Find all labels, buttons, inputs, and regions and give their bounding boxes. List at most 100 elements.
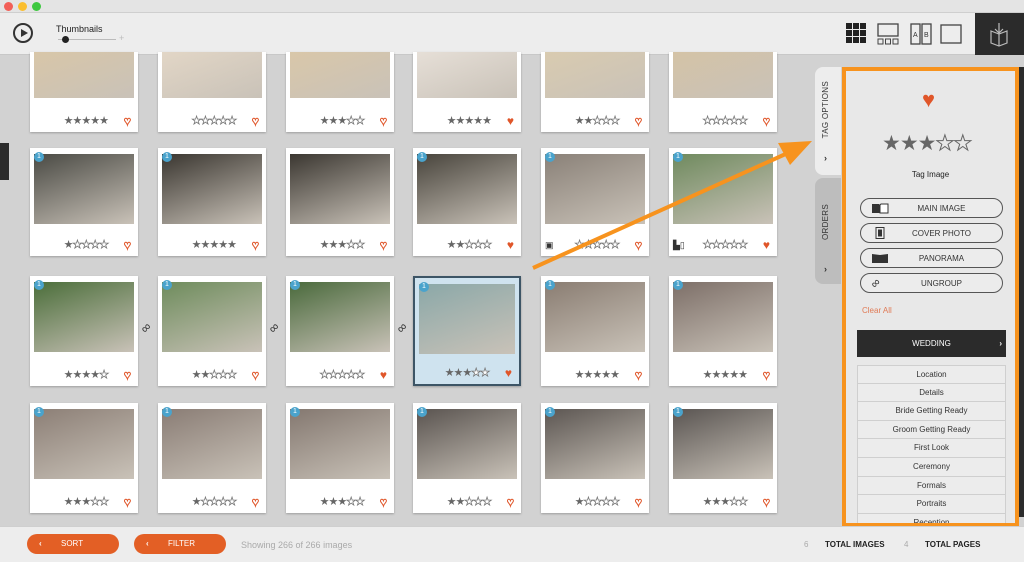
star-filled-icon[interactable]: ★: [720, 369, 730, 381]
star-rating[interactable]: ★★★★★: [64, 114, 109, 127]
heart-outline-icon[interactable]: ♥: [251, 114, 259, 129]
star-empty-icon[interactable]: ★: [738, 239, 749, 252]
star-empty-icon[interactable]: ★: [227, 115, 238, 128]
star-filled-icon[interactable]: ★: [90, 115, 100, 127]
category-item[interactable]: First Look: [857, 439, 1006, 458]
photo-thumbnail[interactable]: [290, 154, 390, 224]
image-card[interactable]: ★★★★★ ♥: [158, 52, 266, 132]
category-item[interactable]: Ceremony: [857, 457, 1006, 477]
star-empty-icon[interactable]: ★: [473, 239, 484, 252]
star-rating[interactable]: ★★★★★: [64, 368, 110, 382]
heart-outline-icon[interactable]: ♥: [123, 238, 131, 253]
star-filled-icon[interactable]: ★: [192, 369, 202, 381]
star-empty-icon[interactable]: ★: [601, 239, 612, 252]
star-filled-icon[interactable]: ★: [592, 369, 602, 381]
heart-filled-icon[interactable]: ♥: [380, 368, 387, 382]
star-rating[interactable]: ★★★★★: [702, 238, 749, 252]
star-empty-icon[interactable]: ★: [346, 496, 357, 509]
photo-thumbnail[interactable]: [417, 52, 517, 98]
star-empty-icon[interactable]: ★: [574, 239, 585, 252]
image-card[interactable]: ★★★★★ ♥: [541, 52, 649, 132]
star-filled-icon[interactable]: ★: [320, 496, 330, 508]
image-card[interactable]: 1 ★★★★★ ♥: [669, 403, 777, 513]
star-rating[interactable]: ★★★★★: [320, 495, 366, 509]
image-card[interactable]: 1 ★★★★★ ♥: [541, 403, 649, 513]
star-empty-icon[interactable]: ★: [99, 496, 110, 509]
category-header-wedding[interactable]: WEDDING ›: [857, 330, 1006, 357]
left-panel-toggle[interactable]: [0, 143, 9, 180]
star-filled-icon[interactable]: ★: [575, 369, 585, 381]
heart-outline-icon[interactable]: ♥: [762, 495, 770, 510]
star-filled-icon[interactable]: ★: [720, 496, 730, 508]
main-image-button[interactable]: MAIN IMAGE: [860, 198, 1003, 218]
photo-thumbnail[interactable]: [545, 409, 645, 479]
star-empty-icon[interactable]: ★: [729, 496, 740, 509]
star-filled-icon[interactable]: ★: [601, 369, 611, 381]
photo-thumbnail[interactable]: [162, 52, 262, 98]
photo-thumbnail[interactable]: [545, 154, 645, 224]
image-card[interactable]: 1 ★★★★★ ♥: [413, 403, 521, 513]
image-card[interactable]: 1 ★★★★★ ♥: [541, 276, 649, 386]
category-item[interactable]: Reception: [857, 513, 1006, 523]
single-view-icon[interactable]: [940, 23, 962, 45]
heart-outline-icon[interactable]: ♥: [379, 114, 387, 129]
star-empty-icon[interactable]: ★: [209, 115, 220, 128]
filmstrip-view-icon[interactable]: [877, 23, 899, 45]
tab-tag-options[interactable]: TAG OPTIONS ›: [815, 67, 841, 175]
star-empty-icon[interactable]: ★: [601, 496, 612, 509]
image-card[interactable]: ★★★★★ ♥: [286, 52, 394, 132]
image-card[interactable]: 1 ★★★★★ ♥: [30, 148, 138, 256]
star-rating[interactable]: ★★★★★: [703, 368, 748, 381]
category-item[interactable]: Groom Getting Ready: [857, 420, 1006, 440]
photo-thumbnail[interactable]: [673, 282, 773, 352]
photo-thumbnail[interactable]: [34, 154, 134, 224]
heart-outline-icon[interactable]: ♥: [634, 495, 642, 510]
heart-filled-icon[interactable]: ♥: [507, 238, 514, 252]
star-empty-icon[interactable]: ★: [592, 115, 603, 128]
star-empty-icon[interactable]: ★: [471, 367, 482, 380]
star-empty-icon[interactable]: ★: [720, 239, 731, 252]
category-item[interactable]: Formals: [857, 476, 1006, 496]
image-card[interactable]: 1 ★★★★★ ♥: [413, 148, 521, 256]
star-empty-icon[interactable]: ★: [355, 369, 366, 382]
star-rating[interactable]: ★★★★★: [447, 114, 492, 127]
star-empty-icon[interactable]: ★: [738, 115, 749, 128]
star-filled-icon[interactable]: ★: [320, 115, 330, 127]
star-filled-icon[interactable]: ★: [738, 369, 748, 381]
star-filled-icon[interactable]: ★: [218, 239, 228, 251]
star-filled-icon[interactable]: ★: [575, 496, 585, 508]
heart-outline-icon[interactable]: ♥: [634, 238, 642, 253]
star-filled-icon[interactable]: ★: [482, 115, 492, 127]
star-filled-icon[interactable]: ★: [703, 496, 713, 508]
image-card[interactable]: 1 ★★★★★ ♥: [413, 276, 521, 386]
star-empty-icon[interactable]: ★: [473, 496, 484, 509]
tab-orders[interactable]: ORDERS ›: [815, 178, 841, 284]
star-rating[interactable]: ★★★★★: [191, 114, 238, 128]
image-card[interactable]: 1 ★★★★★ ♥: [30, 276, 138, 386]
book-button[interactable]: [975, 13, 1024, 55]
star-empty-icon[interactable]: ★: [81, 239, 92, 252]
star-empty-icon[interactable]: ★: [209, 369, 220, 382]
star-filled-icon[interactable]: ★: [464, 115, 474, 127]
image-card[interactable]: ★★★★★ ♥: [413, 52, 521, 132]
grid-view-icon[interactable]: [846, 23, 866, 43]
star-filled-icon[interactable]: ★: [900, 132, 919, 155]
star-filled-icon[interactable]: ★: [227, 239, 237, 251]
heart-outline-icon[interactable]: ♥: [123, 368, 131, 383]
photo-thumbnail[interactable]: [673, 409, 773, 479]
minimize-window-button[interactable]: [18, 2, 27, 11]
star-rating[interactable]: ★★★★★: [574, 238, 620, 252]
star-filled-icon[interactable]: ★: [64, 496, 74, 508]
star-empty-icon[interactable]: ★: [90, 496, 101, 509]
ungroup-button[interactable]: ∞ UNGROUP: [860, 273, 1003, 293]
heart-outline-icon[interactable]: ♥: [251, 238, 259, 253]
star-empty-icon[interactable]: ★: [464, 496, 475, 509]
star-empty-icon[interactable]: ★: [99, 239, 110, 252]
star-filled-icon[interactable]: ★: [64, 369, 74, 381]
photo-thumbnail[interactable]: [162, 282, 262, 352]
heart-outline-icon[interactable]: ♥: [506, 495, 514, 510]
photo-thumbnail[interactable]: [162, 409, 262, 479]
star-empty-icon[interactable]: ★: [729, 115, 740, 128]
image-card[interactable]: 1 ★★★★★ ♥: [158, 148, 266, 256]
star-empty-icon[interactable]: ★: [480, 367, 491, 380]
